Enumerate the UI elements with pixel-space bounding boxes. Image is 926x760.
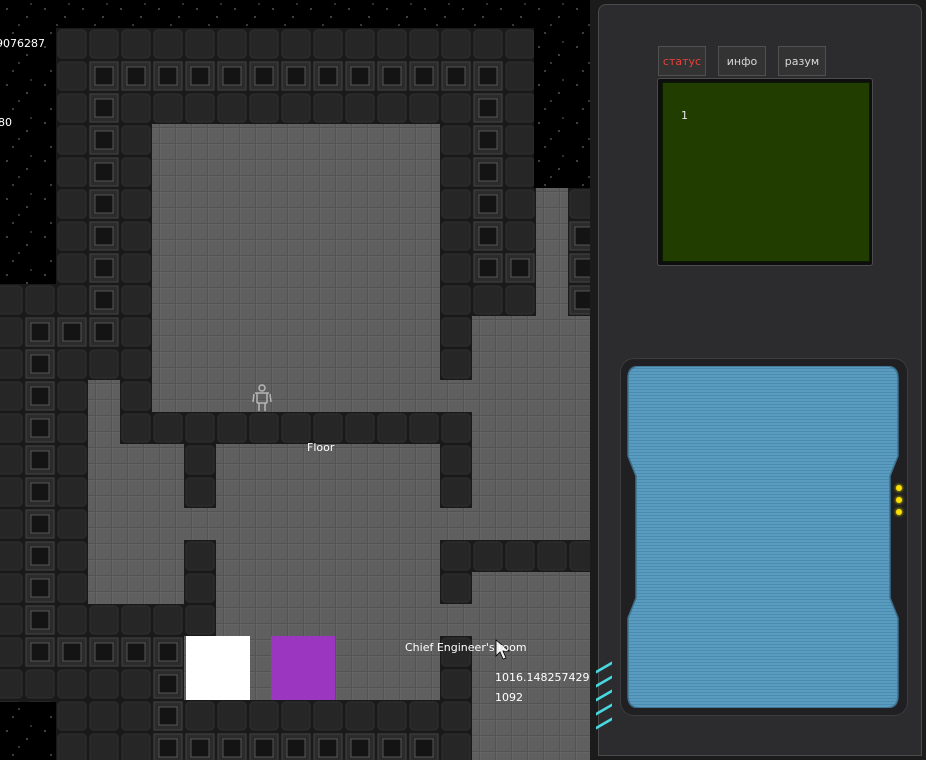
left-readout-2: 80 xyxy=(0,116,12,129)
left-readout-1: 9076287 xyxy=(0,37,45,50)
tab-mind[interactable]: разум xyxy=(778,46,826,76)
room-label-chief: Chief Engineer's room xyxy=(405,641,527,654)
indicator-lights xyxy=(893,482,905,522)
status-screen-text: 1 xyxy=(681,109,688,122)
yellow-light-icon xyxy=(896,485,902,491)
tab-status[interactable]: статус xyxy=(658,46,706,76)
body-display[interactable] xyxy=(626,366,900,708)
coord-x-readout: 1016.1482574295 xyxy=(495,671,597,684)
purple-item[interactable] xyxy=(271,636,335,700)
coord-y-readout: 1092 xyxy=(495,691,523,704)
tab-info[interactable]: инфо xyxy=(718,46,766,76)
yellow-light-icon xyxy=(896,497,902,503)
room-label-floor: Floor xyxy=(307,441,335,454)
status-screen: 1 xyxy=(662,82,870,262)
white-item[interactable] xyxy=(186,636,250,700)
yellow-light-icon xyxy=(896,509,902,515)
cyan-vent-decoration xyxy=(592,660,614,740)
